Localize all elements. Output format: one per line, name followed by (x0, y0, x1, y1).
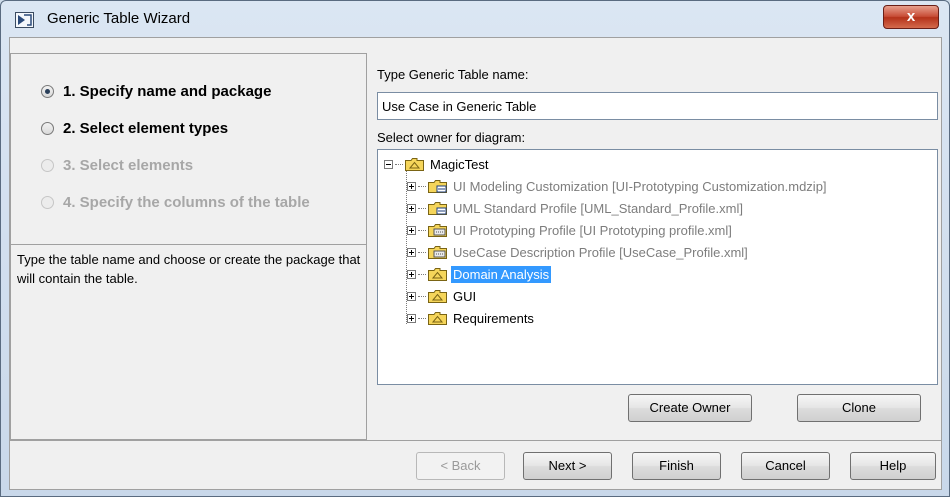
tree-node-label: MagicTest (430, 156, 489, 172)
shared-package-icon (428, 202, 447, 215)
package-icon (428, 290, 447, 303)
step-4-radio (41, 195, 54, 209)
collapse-icon[interactable] (384, 159, 393, 169)
step-help-text: Type the table name and choose or create… (17, 252, 361, 286)
tree-connector (418, 229, 426, 231)
step-3: 3. Select elements (41, 154, 193, 176)
tree-node-label: UI Modeling Customization [UI-Prototypin… (453, 178, 827, 194)
step-2-label: 2. Select element types (63, 119, 229, 137)
tree-node-label: Requirements (453, 310, 534, 326)
step-3-radio (41, 158, 54, 172)
package-icon (428, 268, 447, 281)
tree-node-label: Domain Analysis (451, 265, 552, 283)
tree-connector (418, 273, 426, 275)
profile-icon (428, 246, 447, 259)
step-1[interactable]: 1. Specify name and package (41, 80, 271, 102)
create-owner-button[interactable]: Create Owner (628, 394, 752, 422)
shared-package-icon (428, 180, 447, 193)
tree-node[interactable]: Requirements (407, 307, 536, 329)
expand-icon[interactable] (407, 225, 416, 235)
tree-node[interactable]: GUI (407, 285, 478, 307)
tree-node-label: UseCase Description Profile [UseCase_Pro… (453, 244, 748, 260)
tree-node-label: GUI (453, 288, 477, 304)
wizard-client: 1. Specify name and package 2. Select el… (9, 37, 942, 490)
tree-node-label: UML Standard Profile [UML_Standard_Profi… (453, 200, 743, 216)
cancel-button[interactable]: Cancel (741, 452, 830, 480)
table-name-input[interactable] (377, 92, 938, 120)
step-3-label: 3. Select elements (63, 156, 194, 174)
wizard-window: Generic Table Wizard x 1. Specify name a… (0, 0, 950, 497)
package-icon (428, 312, 447, 325)
step-1-radio[interactable] (41, 84, 54, 98)
table-wizard-icon (15, 12, 34, 28)
table-name-label: Type Generic Table name: (377, 67, 529, 82)
owner-tree-label: Select owner for diagram: (377, 130, 526, 145)
details-pane: Type Generic Table name: Select owner fo… (368, 53, 941, 440)
tree-connector (418, 251, 426, 253)
tree-node-selected[interactable]: Domain Analysis (407, 263, 552, 285)
tree-connector (418, 207, 426, 209)
expand-icon[interactable] (407, 269, 416, 279)
expand-icon[interactable] (407, 181, 416, 191)
expand-icon[interactable] (407, 291, 416, 301)
finish-button[interactable]: Finish (632, 452, 721, 480)
tree-connector (418, 295, 426, 297)
step-2[interactable]: 2. Select element types (41, 117, 228, 139)
steps-pane: 1. Specify name and package 2. Select el… (10, 53, 367, 440)
step-4-label: 4. Specify the columns of the table (63, 193, 310, 211)
step-2-radio[interactable] (41, 121, 54, 135)
next-button[interactable]: Next > (523, 452, 612, 480)
window-title: Generic Table Wizard (47, 10, 191, 27)
tree-connector (395, 163, 403, 165)
tree-node[interactable]: UML Standard Profile [UML_Standard_Profi… (407, 197, 745, 219)
back-button[interactable]: < Back (416, 452, 505, 480)
profile-icon (428, 224, 447, 237)
tree-connector (418, 185, 426, 187)
title-bar[interactable]: Generic Table Wizard x (1, 1, 949, 37)
footer-separator (10, 440, 941, 441)
package-icon (405, 158, 424, 171)
tree-node-root[interactable]: MagicTest (384, 153, 491, 175)
expand-icon[interactable] (407, 247, 416, 257)
tree-connector (418, 317, 426, 319)
expand-icon[interactable] (407, 203, 416, 213)
owner-tree[interactable]: MagicTest UI Modeling Customization [UI-… (377, 149, 938, 385)
tree-node[interactable]: UI Prototyping Profile [UI Prototyping p… (407, 219, 734, 241)
tree-node[interactable]: UI Modeling Customization [UI-Prototypin… (407, 175, 829, 197)
step-1-label: 1. Specify name and package (63, 82, 272, 100)
tree-node-label: UI Prototyping Profile [UI Prototyping p… (453, 222, 732, 238)
step-list: 1. Specify name and package 2. Select el… (11, 54, 366, 245)
help-button[interactable]: Help (850, 452, 936, 480)
step-4: 4. Specify the columns of the table (41, 191, 310, 213)
clone-button[interactable]: Clone (797, 394, 921, 422)
tree-node[interactable]: UseCase Description Profile [UseCase_Pro… (407, 241, 750, 263)
expand-icon[interactable] (407, 313, 416, 323)
close-button[interactable]: x (883, 5, 939, 29)
